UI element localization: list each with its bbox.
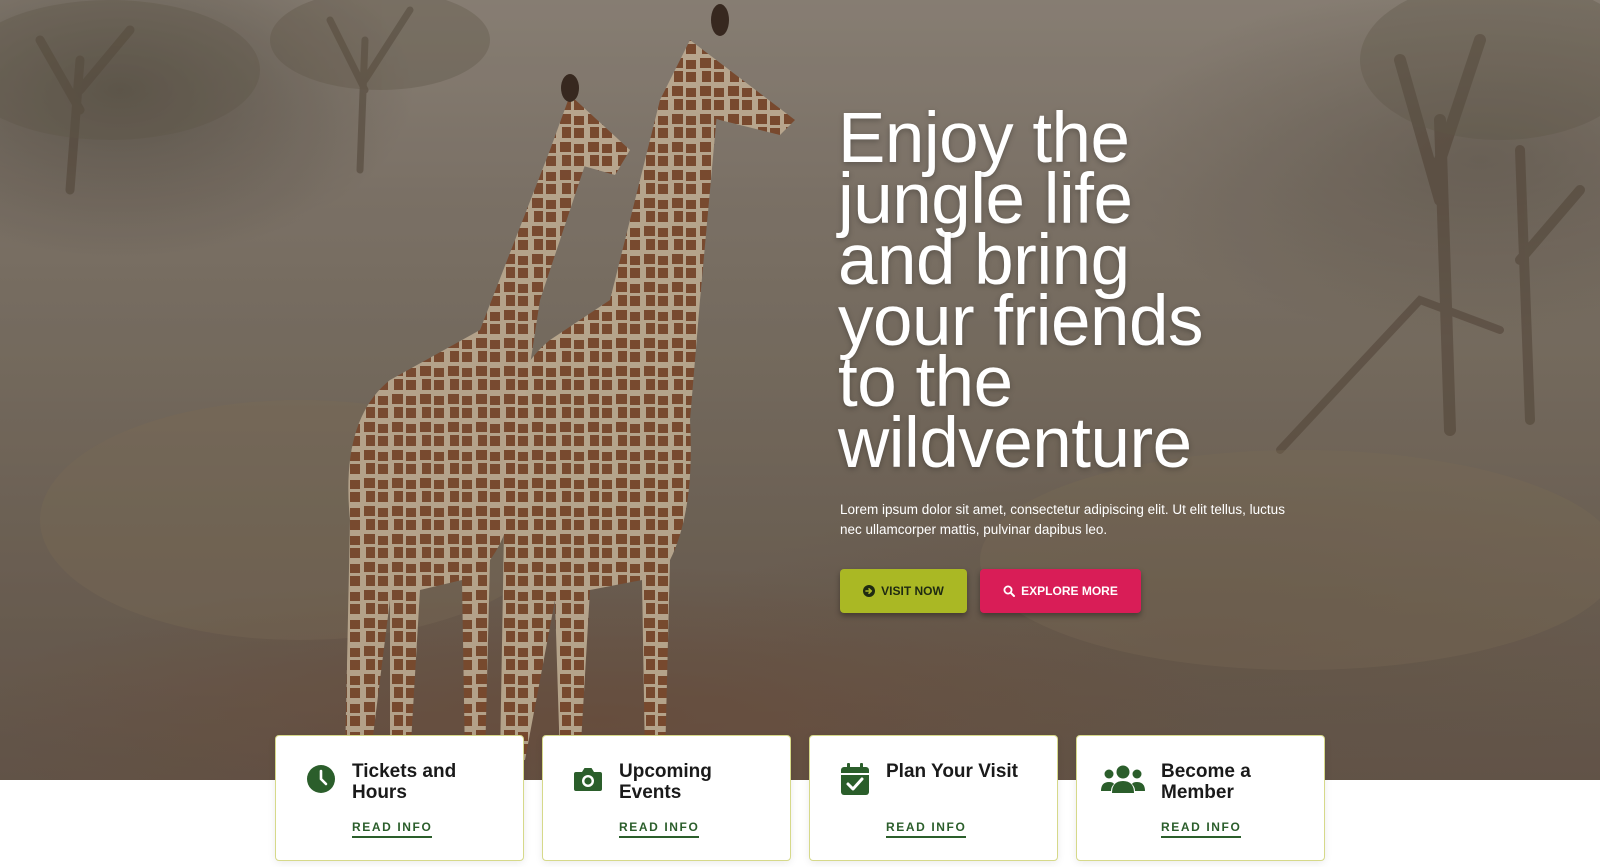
camera-icon (571, 762, 605, 796)
card-title: Plan Your Visit (886, 761, 1018, 782)
hero-title-line: wildventure (838, 404, 1192, 483)
read-info-link[interactable]: READ INFO (1161, 820, 1242, 838)
card-become-member: Become a Member READ INFO (1076, 735, 1325, 861)
calendar-check-icon (838, 762, 872, 796)
page: Enjoy the jungle life and bring your fri… (0, 0, 1600, 867)
card-plan-visit: Plan Your Visit READ INFO (809, 735, 1058, 861)
visit-now-label: VISIT NOW (881, 584, 944, 598)
hero-description: Lorem ipsum dolor sit amet, consectetur … (840, 502, 1285, 537)
visit-now-button[interactable]: VISIT NOW (840, 569, 967, 613)
card-title: Become a Member (1161, 761, 1251, 803)
search-icon (1003, 585, 1016, 597)
read-info-link[interactable]: READ INFO (352, 820, 433, 838)
clock-icon (304, 762, 338, 796)
read-info-link[interactable]: READ INFO (619, 820, 700, 838)
read-info-link[interactable]: READ INFO (886, 820, 967, 838)
hero-title: Enjoy the jungle life and bring your fri… (838, 103, 1398, 483)
arrow-circle-right-icon (863, 585, 876, 597)
explore-more-button[interactable]: EXPLORE MORE (980, 569, 1141, 613)
explore-more-label: EXPLORE MORE (1021, 584, 1118, 598)
info-cards: Tickets and Hours READ INFO Upcoming Eve… (275, 735, 1325, 863)
hero-section: Enjoy the jungle life and bring your fri… (0, 0, 1600, 780)
card-tickets-hours: Tickets and Hours READ INFO (275, 735, 524, 861)
users-icon (1101, 762, 1145, 796)
card-title: Upcoming Events (619, 761, 712, 803)
card-upcoming-events: Upcoming Events READ INFO (542, 735, 791, 861)
card-title: Tickets and Hours (352, 761, 457, 803)
